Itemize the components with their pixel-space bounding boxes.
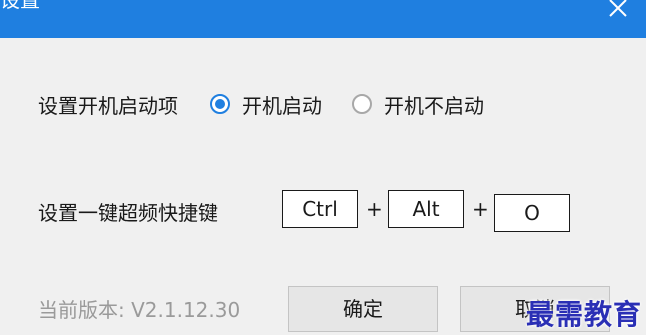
hotkey-key-alt[interactable]: Alt [388, 190, 464, 228]
watermark-logo: 最需教育 [525, 298, 642, 331]
hotkey-label: 设置一键超频快捷键 [38, 201, 218, 225]
radio-startup-off-label[interactable]: 开机不启动 [384, 90, 484, 119]
radio-startup-on[interactable] [210, 94, 230, 114]
close-icon[interactable] [604, 0, 632, 22]
hotkey-plus-1: + [366, 197, 383, 221]
startup-label: 设置开机启动项 [38, 94, 178, 118]
hotkey-plus-2: + [472, 197, 489, 221]
title-bar: 设置 [0, 0, 646, 38]
radio-startup-off[interactable] [352, 94, 372, 114]
confirm-button[interactable]: 确定 [288, 286, 438, 332]
version-text: 当前版本: V2.1.12.30 [38, 298, 241, 322]
hotkey-key-o[interactable]: O [494, 194, 570, 232]
settings-dialog: 设置 设置开机启动项 开机启动 开机不启动 设置一键超频快捷键 Ctrl + A… [0, 0, 646, 335]
window-title: 设置 [0, 0, 40, 12]
radio-startup-on-label[interactable]: 开机启动 [242, 90, 322, 119]
hotkey-key-ctrl[interactable]: Ctrl [282, 190, 358, 228]
